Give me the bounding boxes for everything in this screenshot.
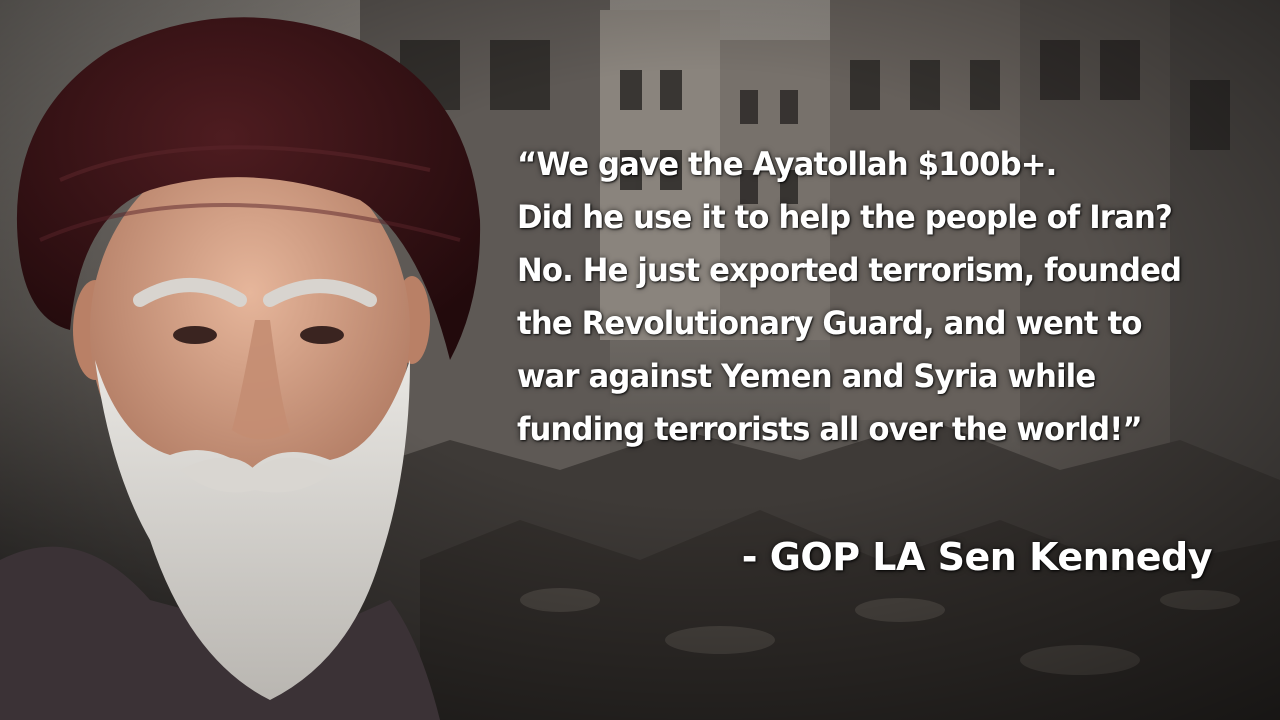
quote-line: the Revolutionary Guard, and went to — [517, 304, 1143, 342]
quote-line: No. He just exported terrorism, founded — [517, 251, 1182, 289]
quote-line: “We gave the Ayatollah $100b+. — [517, 145, 1057, 183]
quote-line: funding terrorists all over the world!” — [517, 410, 1143, 448]
quote-attribution: - GOP LA Sen Kennedy — [741, 535, 1213, 579]
quote-line: Did he use it to help the people of Iran… — [517, 198, 1173, 236]
quote-text: “We gave the Ayatollah $100b+. Did he us… — [517, 138, 1208, 456]
quote-line: war against Yemen and Syria while — [517, 357, 1096, 395]
